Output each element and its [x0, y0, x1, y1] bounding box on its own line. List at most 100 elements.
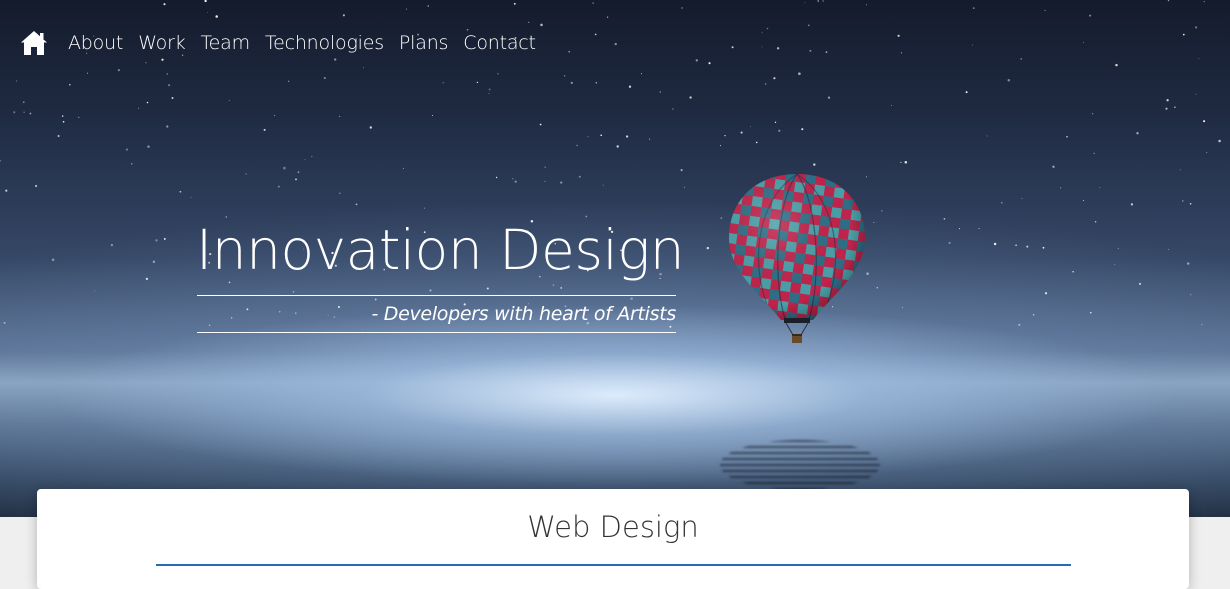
star: [602, 184, 604, 186]
service-card: Web Design: [37, 489, 1189, 589]
star: [245, 173, 247, 175]
star: [161, 58, 164, 61]
star: [339, 192, 341, 194]
star: [766, 27, 769, 30]
hero-tagline: - Developers with heart of Artists: [371, 303, 676, 325]
nav-link-work[interactable]: Work: [138, 32, 186, 54]
star: [1015, 244, 1017, 247]
star: [1130, 203, 1134, 206]
nav-link-plans[interactable]: Plans: [399, 32, 449, 54]
star: [993, 242, 997, 246]
star: [1201, 323, 1203, 326]
star: [190, 196, 192, 198]
star: [263, 128, 266, 131]
star: [804, 2, 806, 3]
star: [625, 135, 629, 138]
star: [827, 96, 831, 99]
star: [146, 101, 149, 104]
star: [764, 83, 767, 85]
star: [57, 134, 60, 138]
home-icon[interactable]: [20, 30, 48, 56]
star: [1052, 165, 1055, 168]
star: [1021, 197, 1023, 199]
star: [1198, 58, 1200, 60]
star: [488, 88, 491, 91]
star: [817, 0, 820, 2]
star: [807, 24, 810, 27]
star: [514, 180, 517, 183]
nav-link-team[interactable]: Team: [201, 32, 251, 54]
star: [576, 144, 578, 147]
star: [1179, 169, 1181, 171]
star: [163, 237, 166, 240]
star: [958, 228, 961, 230]
star: [1186, 262, 1190, 265]
star: [1138, 282, 1142, 285]
star: [778, 129, 781, 132]
star: [228, 99, 230, 101]
star: [900, 161, 902, 164]
star: [1007, 79, 1011, 82]
star: [22, 101, 25, 104]
star: [442, 82, 444, 84]
star: [432, 115, 434, 116]
star: [152, 260, 156, 264]
star: [86, 72, 89, 74]
star: [171, 97, 174, 99]
star: [1218, 139, 1221, 143]
star: [683, 186, 685, 188]
star: [813, 163, 816, 166]
star: [512, 178, 514, 180]
star: [1091, 113, 1094, 115]
star: [640, 73, 642, 75]
star: [809, 49, 812, 52]
star: [900, 52, 902, 54]
star: [595, 81, 598, 84]
star: [606, 16, 609, 18]
star: [544, 180, 546, 182]
star: [110, 244, 113, 247]
star: [578, 175, 581, 178]
star: [1195, 93, 1197, 95]
star: [292, 290, 295, 293]
star: [488, 93, 490, 95]
star: [628, 85, 632, 88]
star: [866, 4, 868, 6]
card-divider: [156, 564, 1071, 566]
star: [1000, 201, 1003, 204]
star: [62, 120, 65, 123]
hero-rule-bottom: [197, 332, 676, 333]
star: [1115, 63, 1118, 67]
star: [334, 58, 337, 61]
star: [540, 23, 543, 27]
star: [755, 141, 758, 144]
star: [1117, 248, 1119, 250]
star: [1189, 202, 1192, 205]
star: [681, 7, 683, 9]
star: [544, 166, 546, 168]
star: [680, 169, 683, 172]
star: [750, 126, 751, 128]
nav-link-about[interactable]: About: [68, 32, 123, 54]
star: [1093, 152, 1095, 155]
star: [986, 135, 988, 137]
star: [163, 3, 166, 6]
star: [125, 148, 129, 151]
star: [35, 184, 38, 188]
star: [876, 287, 879, 289]
star: [1194, 26, 1198, 29]
star: [897, 34, 900, 37]
nav-link-technologies[interactable]: Technologies: [265, 32, 384, 54]
star: [1136, 132, 1139, 135]
star: [94, 290, 96, 292]
star: [881, 210, 883, 212]
star: [138, 107, 140, 109]
star: [822, 0, 824, 2]
nav-link-contact[interactable]: Contact: [463, 32, 536, 54]
star: [1094, 221, 1097, 223]
star: [406, 8, 408, 10]
star: [587, 136, 589, 138]
star: [720, 145, 721, 147]
balloon-reflection: [720, 440, 880, 490]
star: [1165, 107, 1168, 110]
